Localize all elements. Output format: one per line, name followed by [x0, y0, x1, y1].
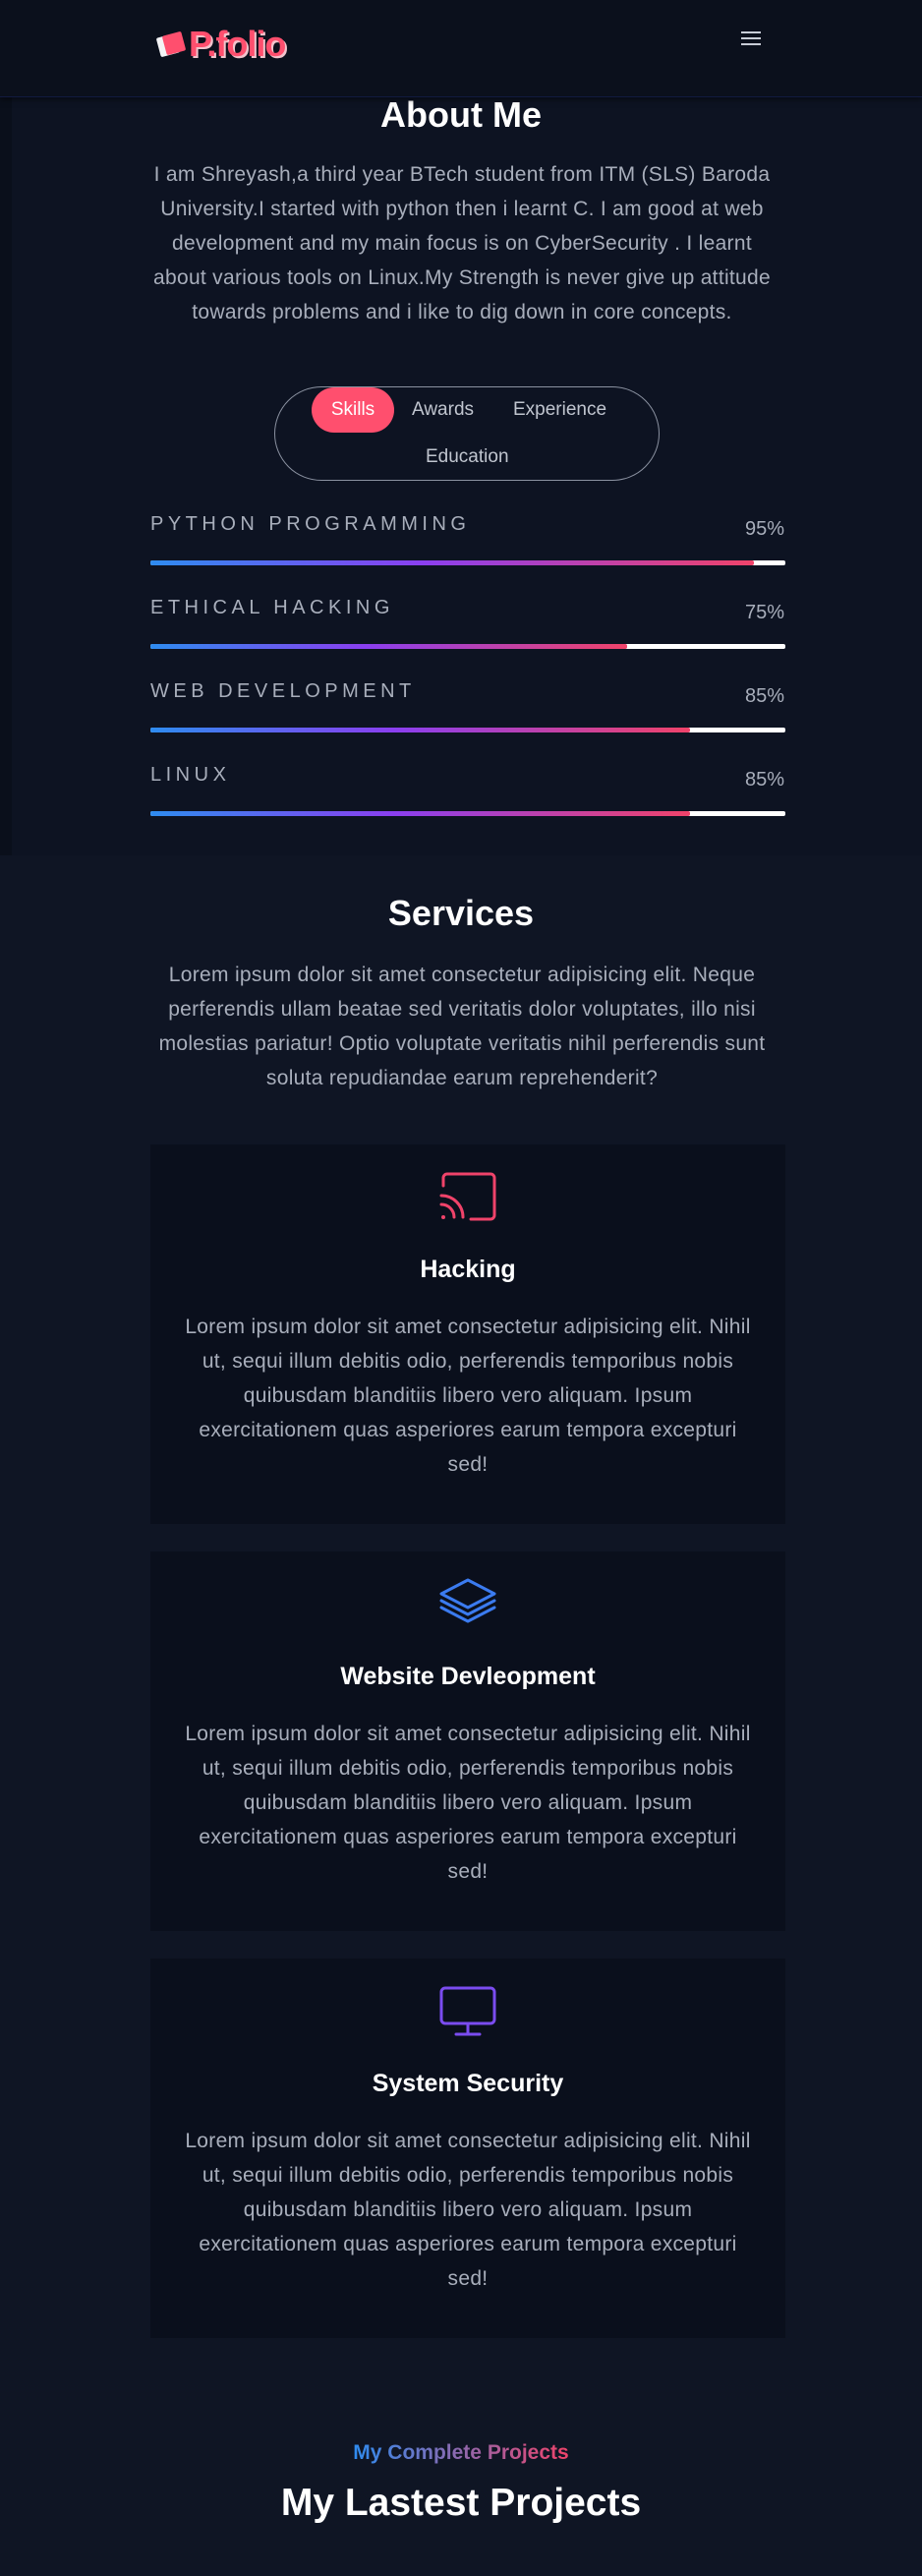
hamburger-icon[interactable] [741, 28, 761, 45]
skill-percent: 95% [744, 518, 784, 540]
layers-icon [439, 1578, 496, 1623]
tab-education[interactable]: Education [426, 446, 509, 468]
tab-experience[interactable]: Experience [513, 399, 606, 421]
skill-name: LINUX [150, 764, 231, 786]
projects-subtitle: My Complete Projects [0, 2441, 922, 2465]
skill-name: ETHICAL HACKING [150, 597, 394, 618]
skill-percent: 75% [744, 602, 784, 623]
monitor-icon [439, 1986, 496, 2036]
tab-awards[interactable]: Awards [412, 399, 474, 421]
services-title: Services [387, 893, 535, 933]
navbar: P.folio [0, 0, 922, 97]
projects-title: My Lastest Projects [280, 2482, 642, 2524]
skill-percent: 85% [744, 769, 784, 790]
skill-name: PYTHON PROGRAMMING [150, 513, 471, 535]
about-paragraph: I am Shreyash,a third year BTech student… [153, 163, 771, 323]
skill-progress-bar [150, 644, 785, 649]
skill-percent: 85% [744, 685, 784, 707]
skill-progress-bar [150, 728, 785, 732]
skill-progress-bar [150, 811, 785, 816]
service-card-title: Hacking [420, 1256, 516, 1283]
logo-text: P.folio [189, 24, 286, 64]
logo-cube-icon [155, 29, 187, 59]
tab-skills[interactable]: Skills [312, 387, 394, 433]
projects-subtitle-text: My Complete Projects [353, 2441, 569, 2464]
service-card-security: System Security Lorem ipsum dolor sit am… [150, 1959, 785, 2338]
skill-progress-fill [150, 560, 754, 565]
service-card-hacking: Hacking Lorem ipsum dolor sit amet conse… [150, 1144, 785, 1524]
cast-icon [439, 1172, 496, 1221]
service-card-web: Website Devleopment Lorem ipsum dolor si… [150, 1551, 785, 1931]
services-intro: Lorem ipsum dolor sit amet consectetur a… [158, 964, 766, 1089]
tab-bar: Skills Awards Experience Education [274, 386, 660, 481]
skill-progress-fill [150, 811, 691, 816]
skill-name: WEB DEVELOPMENT [150, 680, 416, 702]
skill-progress-fill [150, 644, 627, 649]
service-card-title: Website Devleopment [340, 1663, 596, 1690]
service-card-text: Lorem ipsum dolor sit amet consectetur a… [185, 1723, 751, 1883]
about-title: About Me [380, 94, 542, 135]
service-card-text: Lorem ipsum dolor sit amet consectetur a… [185, 1316, 751, 1476]
skill-progress-fill [150, 728, 691, 732]
service-card-title: System Security [372, 2070, 564, 2097]
skill-progress-bar [150, 560, 785, 565]
service-card-text: Lorem ipsum dolor sit amet consectetur a… [185, 2130, 751, 2290]
side-shadow [0, 96, 12, 855]
logo[interactable]: P.folio [155, 24, 286, 65]
